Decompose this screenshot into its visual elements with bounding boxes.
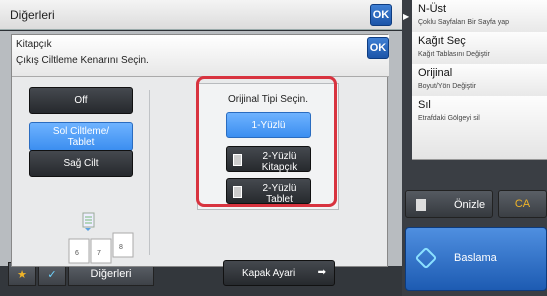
menu-item-title: Orijinal [418, 67, 453, 79]
page-number-label: 7 [97, 250, 101, 257]
dialog-subtitle: Çıkış Ciltleme Kenarını Seçin. [16, 55, 149, 66]
booklet-illustration: 6 7 8 [68, 212, 134, 264]
dialog-title: Kitapçık [16, 39, 52, 50]
menu-item-title: Sıl [418, 99, 431, 111]
menu-item-subtitle: Çoklu Sayfaları Bir Sayfa yap [418, 19, 510, 26]
cover-settings-label: Kapak Ayari [242, 268, 296, 279]
cover-settings-button[interactable]: Kapak Ayari ➡ [223, 260, 335, 286]
page-number-label: 6 [75, 250, 79, 257]
binding-off-button[interactable]: Off [29, 87, 133, 114]
start-icon [414, 246, 438, 270]
background-header [0, 0, 402, 30]
divider [149, 90, 150, 255]
menu-item-erase[interactable]: Sıl Etrafdaki Gölgeyi sil [412, 96, 547, 160]
preview-label: Önizle [454, 199, 486, 211]
menu-item-subtitle: Kağıt Tablasını Değiştir [418, 51, 490, 58]
page-number-label: 8 [119, 244, 123, 251]
background-ok-button[interactable]: OK [370, 4, 392, 26]
dialog-header: Kitapçık Çıkış Ciltleme Kenarını Seçin. … [12, 35, 389, 77]
menu-item-subtitle: Boyut/Yön Değiştir [418, 83, 476, 90]
preview-icon [416, 199, 426, 211]
binding-right-button[interactable]: Sağ Cilt [29, 150, 133, 177]
menu-item-subtitle: Etrafdaki Gölgeyi sil [418, 115, 480, 122]
clear-all-button[interactable]: CA [498, 190, 547, 218]
highlight-frame [196, 76, 337, 207]
preview-button[interactable]: Önizle [405, 190, 493, 218]
background-title: Diğerleri [10, 8, 55, 22]
play-arrow-icon: ▶ [403, 12, 410, 21]
start-label: Baslama [454, 252, 497, 264]
binding-left-button[interactable]: Sol Ciltleme/ Tablet [29, 122, 133, 151]
menu-item-title: Kağıt Seç [418, 35, 466, 47]
menu-item-title: N-Üst [418, 3, 447, 15]
start-button[interactable]: Baslama [405, 227, 547, 291]
dialog-ok-button[interactable]: OK [367, 37, 389, 59]
arrow-right-icon: ➡ [317, 267, 326, 278]
